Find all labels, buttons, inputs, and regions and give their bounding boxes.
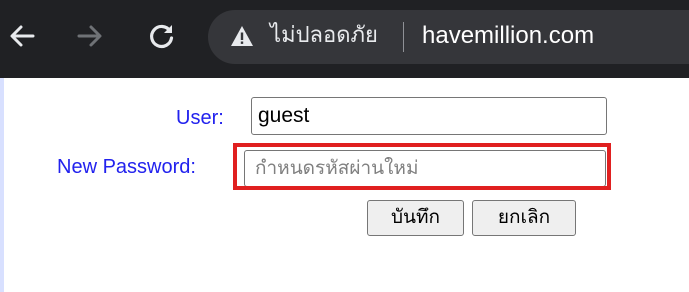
reload-button[interactable] [144, 18, 180, 54]
omnibox-divider [403, 22, 404, 52]
page-left-edge [0, 78, 4, 292]
new-password-label: New Password: [57, 156, 196, 178]
back-button[interactable] [4, 18, 40, 54]
highlight-box [233, 143, 611, 190]
forward-button[interactable] [72, 18, 108, 54]
cancel-button[interactable]: ยกเลิก [472, 200, 576, 236]
warning-triangle-icon[interactable] [230, 24, 254, 48]
reload-icon [150, 24, 174, 49]
security-status-text[interactable]: ไม่ปลอดภัย [270, 22, 378, 50]
address-bar[interactable]: ไม่ปลอดภัย havemillion.com [208, 10, 689, 64]
url-text[interactable]: havemillion.com [422, 21, 594, 51]
arrow-right-icon [77, 25, 102, 47]
arrow-left-icon [10, 25, 35, 47]
save-button[interactable]: บันทึก [367, 200, 464, 236]
user-label: User: [176, 107, 224, 129]
browser-toolbar: ไม่ปลอดภัย havemillion.com [0, 0, 689, 78]
user-field[interactable]: guest [251, 97, 607, 135]
